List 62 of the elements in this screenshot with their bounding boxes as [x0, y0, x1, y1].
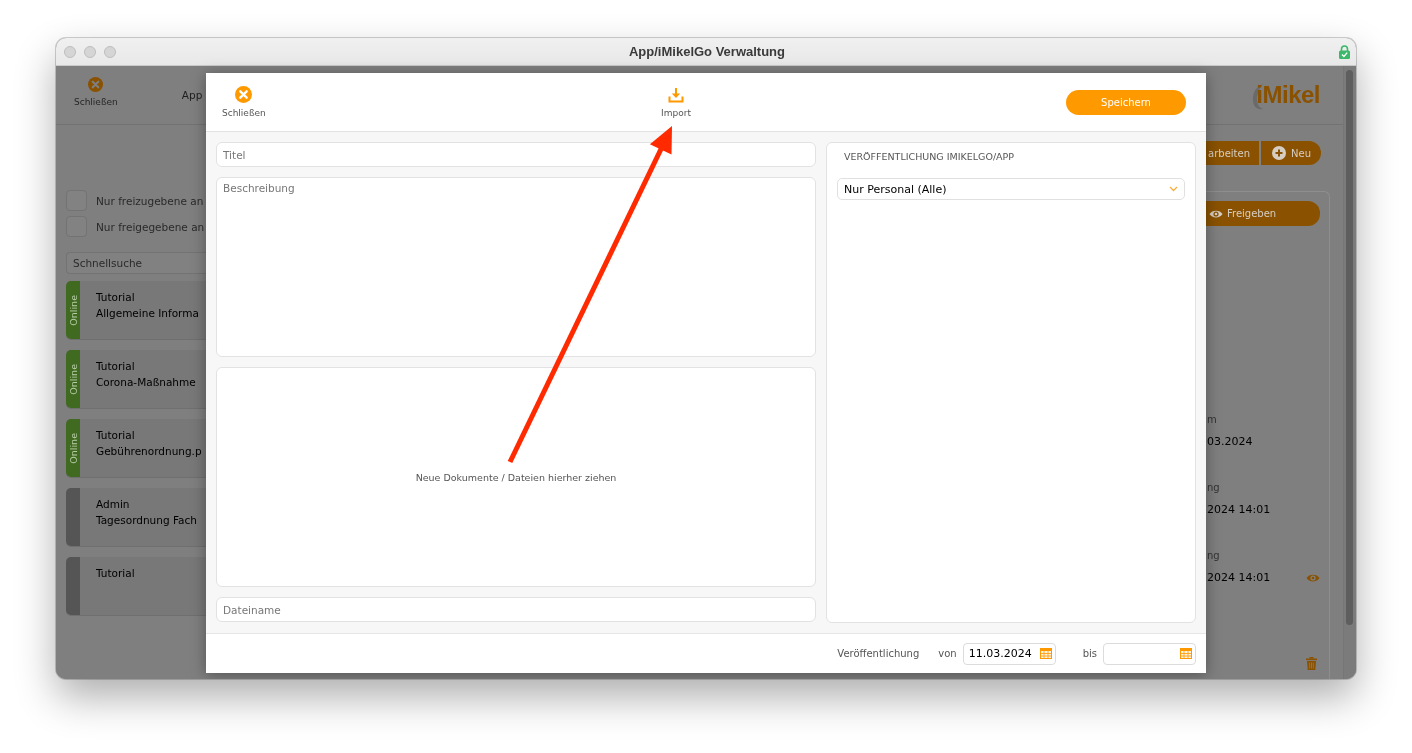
calendar-icon[interactable]: [1039, 647, 1052, 659]
list-item[interactable]: Online Tutorial Corona-Maßnahme: [66, 350, 206, 409]
detail-label: m: [1206, 413, 1217, 427]
detail-label: ng: [1206, 481, 1220, 495]
window-title: App/iMikelGo Verwaltung: [629, 44, 785, 59]
detail-value: 03.2024: [1206, 435, 1253, 449]
status-strip: Online: [66, 419, 80, 477]
trash-icon[interactable]: [1306, 657, 1317, 670]
download-icon: [668, 86, 684, 103]
status-strip: Online: [66, 350, 80, 408]
list-item[interactable]: Admin Tagesordnung Fach: [66, 488, 206, 547]
window-zoom-icon[interactable]: [104, 45, 116, 58]
item-category: Tutorial: [96, 566, 135, 581]
close-icon: [88, 77, 104, 92]
date-from-field[interactable]: 11.03.2024: [962, 642, 1056, 665]
detail-value: 2024 14:01: [1206, 503, 1271, 517]
eye-icon: [1209, 208, 1223, 219]
close-icon: [235, 86, 253, 103]
item-name: Gebührenordnung.p: [96, 444, 202, 459]
page-title: App: [181, 89, 203, 101]
edit-button[interactable]: arbeiten: [1206, 141, 1259, 165]
search-field[interactable]: Schnellsuche: [66, 252, 206, 274]
item-category: Tutorial: [96, 359, 136, 374]
date-to-field[interactable]: [1103, 642, 1196, 665]
item-category: Admin: [96, 497, 131, 512]
panel-heading: VERÖFFENTLICHUNG IMIKELGO/APP: [844, 150, 1015, 163]
item-name: Tagesordnung Fach: [96, 513, 197, 528]
title-field[interactable]: Titel: [216, 142, 816, 167]
status-strip: Online: [66, 281, 80, 339]
new-button[interactable]: Neu: [1261, 141, 1321, 165]
item-category: Tutorial: [96, 428, 136, 443]
drop-zone-hint: Neue Dokumente / Dateien hierher ziehen: [415, 471, 617, 483]
calendar-icon[interactable]: [1180, 647, 1192, 659]
item-name: Allgemeine Informa: [96, 306, 199, 321]
release-button[interactable]: Freigeben: [1206, 201, 1320, 226]
lock-icon: [1339, 44, 1350, 59]
scrollbar-thumb[interactable]: [1346, 70, 1353, 625]
plus-circle-icon: [1272, 146, 1286, 160]
list-item[interactable]: Tutorial: [66, 557, 206, 616]
drop-zone[interactable]: Neue Dokumente / Dateien hierher ziehen: [216, 367, 816, 587]
filter-label: Nur freigegebene an: [96, 220, 205, 233]
filename-field[interactable]: Dateiname: [216, 597, 816, 622]
from-label: von: [938, 648, 957, 659]
description-field[interactable]: Beschreibung: [216, 177, 816, 357]
close-button[interactable]: Schließen: [74, 77, 118, 107]
detail-label: ng: [1206, 549, 1220, 563]
window-minimize-icon[interactable]: [84, 45, 96, 58]
item-name: Corona-Maßnahme: [96, 375, 196, 390]
eye-icon: [1306, 573, 1320, 583]
list-item[interactable]: Online Tutorial Gebührenordnung.p: [66, 419, 206, 478]
audience-select[interactable]: Nur Personal (Alle): [837, 178, 1185, 200]
publication-label: Veröffentlichung: [837, 648, 920, 659]
window-close-icon[interactable]: [64, 45, 76, 58]
to-label: bis: [1082, 648, 1097, 659]
detail-value: 2024 14:01: [1206, 571, 1271, 585]
close-button[interactable]: Schließen: [222, 86, 266, 118]
brand-logo: iMikel: [1251, 81, 1320, 109]
filter-label: Nur freizugebene an: [96, 194, 204, 207]
item-category: Tutorial: [96, 290, 136, 305]
chevron-down-icon: [1169, 186, 1178, 192]
import-button[interactable]: Import: [661, 86, 691, 118]
list-item[interactable]: Online Tutorial Allgemeine Informa: [66, 281, 206, 340]
